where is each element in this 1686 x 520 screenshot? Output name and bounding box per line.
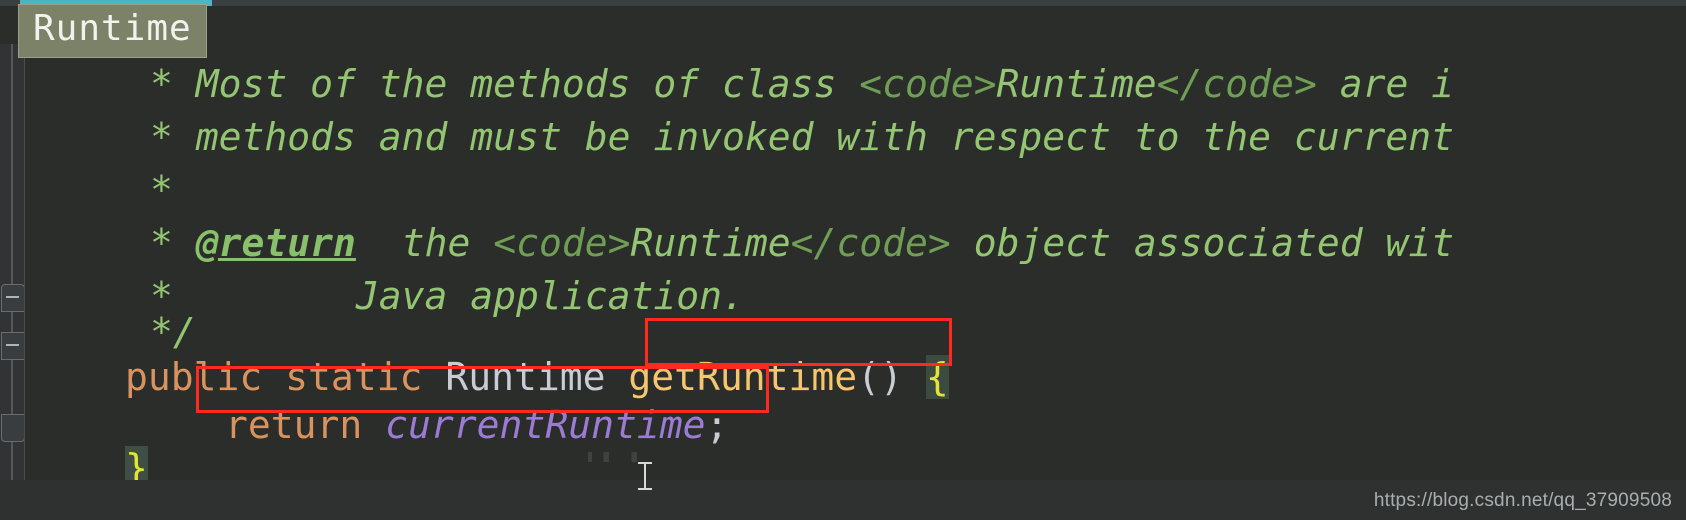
javadoc-close-marker: */	[150, 310, 196, 354]
watermark-url: https://blog.csdn.net/qq_37909508	[1373, 490, 1672, 511]
javadoc-code-tag-open: <code>	[493, 221, 631, 265]
code-line-javadoc-5: * Java application.	[150, 270, 745, 323]
javadoc-asterisk: *	[150, 115, 173, 159]
ibeam-cap-bottom	[638, 488, 652, 490]
method-name-getruntime[interactable]: getRuntime	[628, 355, 857, 399]
semicolon: ;	[705, 403, 729, 447]
editor-top-bar	[0, 0, 1686, 6]
javadoc-asterisk: *	[150, 62, 173, 106]
minus-icon	[6, 296, 19, 298]
code-text-area[interactable]: * Most of the methods of class <code>Run…	[25, 44, 1686, 520]
ibeam-stem	[644, 463, 646, 489]
method-parens: ()	[857, 355, 903, 399]
gutter-divider	[24, 44, 25, 520]
code-line-return-statement: return currentRuntime;	[225, 399, 728, 452]
javadoc-text: the	[355, 221, 494, 265]
return-type-runtime: Runtime	[445, 355, 606, 399]
javadoc-code-word: Runtime	[996, 62, 1157, 106]
javadoc-asterisk: *	[150, 168, 173, 212]
keyword-public: public	[125, 355, 263, 399]
javadoc-text-tail: object associated wit	[950, 221, 1455, 265]
code-line-javadoc-1: * Most of the methods of class <code>Run…	[150, 58, 1454, 111]
breadcrumb-class-runtime[interactable]: Runtime	[18, 4, 207, 58]
javadoc-code-tag-close: </code>	[790, 221, 951, 265]
field-currentruntime[interactable]: currentRuntime	[385, 403, 705, 447]
javadoc-text-tail: are i	[1316, 62, 1455, 106]
javadoc-return-tag: @return	[195, 221, 356, 265]
fold-marker-bottom[interactable]	[1, 414, 25, 442]
open-brace: {	[925, 355, 949, 399]
javadoc-asterisk: *	[150, 221, 173, 265]
fold-marker-middle[interactable]	[1, 332, 25, 360]
code-line-method-signature: public static Runtime getRuntime() {	[125, 351, 949, 404]
javadoc-code-tag-close: </code>	[1156, 62, 1317, 106]
javadoc-text: Java application.	[172, 274, 745, 318]
code-line-javadoc-2: * methods and must be invoked with respe…	[150, 111, 1454, 164]
keyword-static: static	[285, 355, 423, 399]
javadoc-code-word: Runtime	[630, 221, 791, 265]
fold-marker-top[interactable]	[1, 284, 25, 312]
javadoc-text: Most of the methods of class	[172, 62, 860, 106]
code-line-javadoc-return: * @return the <code>Runtime</code> objec…	[150, 217, 1454, 270]
editor-gutter[interactable]	[0, 44, 25, 520]
keyword-return: return	[225, 403, 363, 447]
javadoc-text: methods and must be invoked with respect…	[172, 115, 1455, 159]
javadoc-code-tag-open: <code>	[859, 62, 997, 106]
code-line-javadoc-3: *	[150, 164, 173, 217]
minus-icon	[6, 344, 19, 346]
gutter-rail	[11, 44, 13, 520]
text-cursor-icon	[638, 460, 652, 492]
ide-editor-window: * Most of the methods of class <code>Run…	[0, 0, 1686, 520]
